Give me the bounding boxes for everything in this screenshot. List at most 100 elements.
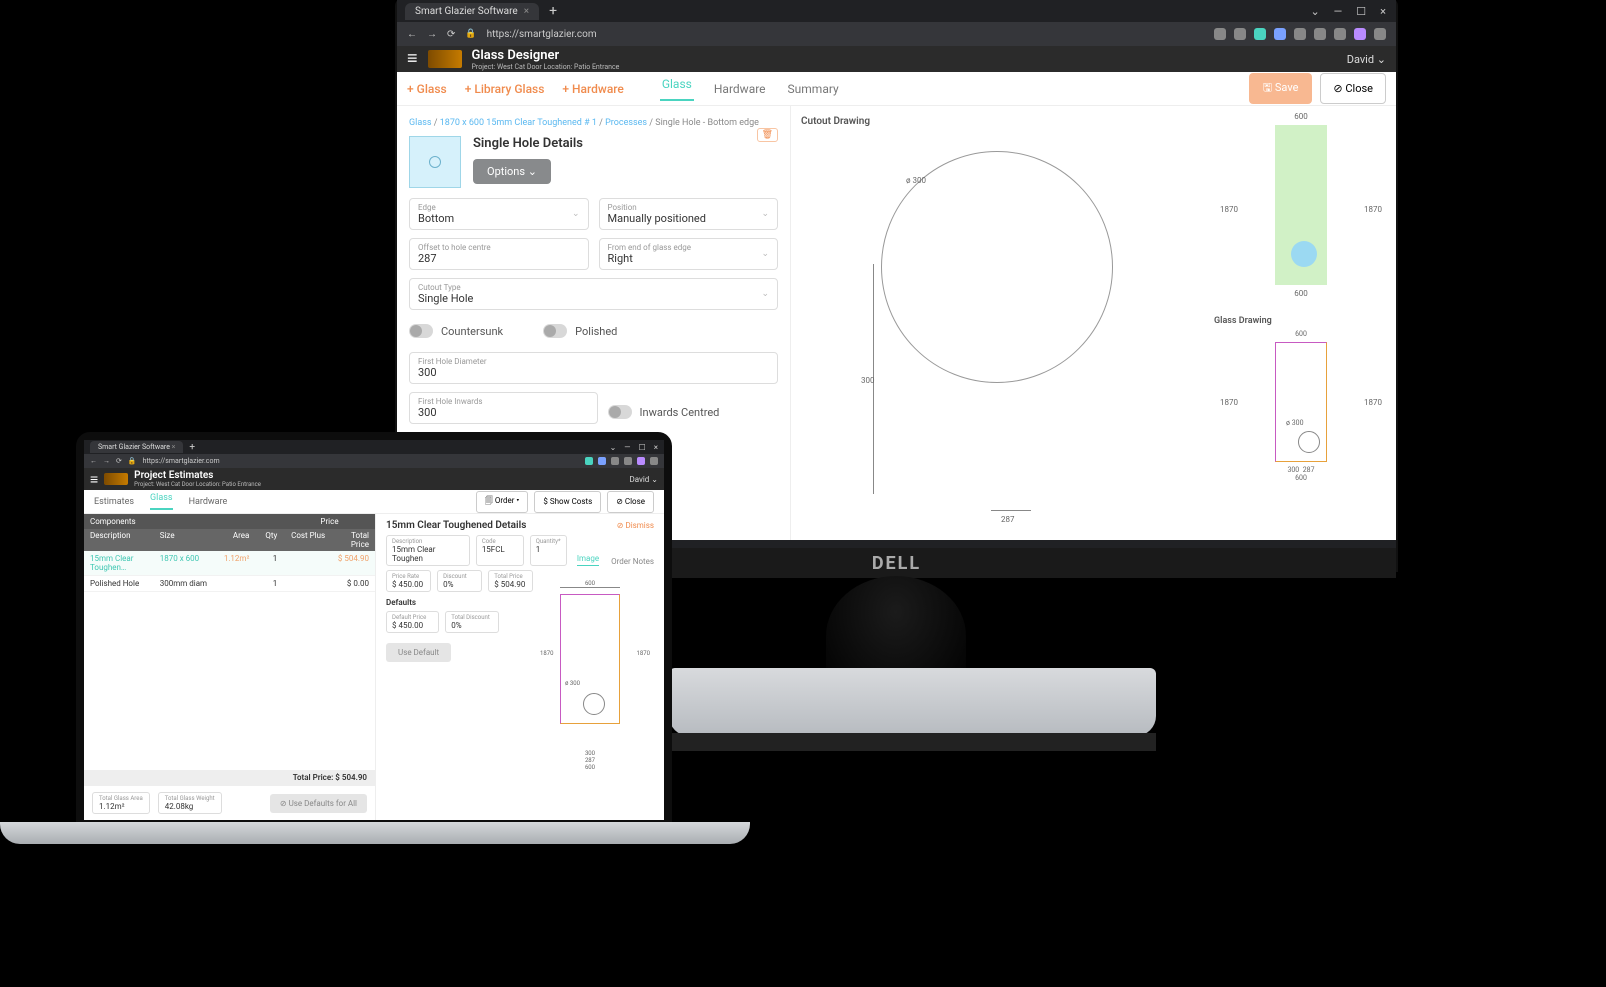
dim-label: 1870 <box>637 650 651 657</box>
add-hardware-button[interactable]: + Hardware <box>562 82 623 96</box>
delete-icon[interactable]: 🗑 <box>757 128 778 142</box>
discount-input[interactable]: Discount 0% <box>437 570 482 592</box>
ext-icon[interactable] <box>624 457 632 465</box>
close-button[interactable]: ⊘ Close <box>607 491 654 513</box>
col-description[interactable]: Description <box>84 529 154 551</box>
options-button[interactable]: Options ⌄ <box>473 159 551 184</box>
toggle-switch[interactable] <box>608 405 632 419</box>
offset-input[interactable]: Offset to hole centre 287 <box>409 238 589 270</box>
description-input[interactable]: Description 15mm Clear Toughen <box>386 535 470 566</box>
ext-icon[interactable] <box>611 457 619 465</box>
close-window-icon[interactable]: × <box>654 443 658 452</box>
from-end-select[interactable]: From end of glass edge Right ⌄ <box>599 238 779 270</box>
dismiss-button[interactable]: Dismiss <box>617 521 654 530</box>
avatar-icon[interactable] <box>1354 28 1366 40</box>
chevron-down-icon[interactable]: ⌄ <box>610 443 617 452</box>
tab-summary[interactable]: Summary <box>786 82 841 96</box>
crumb-glass-item[interactable]: 1870 x 600 15mm Clear Toughened # 1 <box>440 118 597 128</box>
new-tab-button[interactable]: + <box>549 3 557 19</box>
save-button[interactable]: 🖫 Save <box>1249 73 1313 104</box>
ext-icon[interactable] <box>1274 28 1286 40</box>
tab-order-notes[interactable]: Order Notes <box>611 557 654 566</box>
hole-diameter-input[interactable]: First Hole Diameter 300 <box>409 352 778 384</box>
ext-icon[interactable] <box>585 457 593 465</box>
reload-icon[interactable]: ⟳ <box>447 29 455 40</box>
table-row[interactable]: 15mm Clear Toughen… 1870 x 600 1.12m² 1 … <box>84 551 375 576</box>
maximize-icon[interactable]: ☐ <box>639 443 646 452</box>
tab-glass[interactable]: Glass <box>150 493 173 510</box>
col-totalprice[interactable]: Total Price <box>331 529 375 551</box>
col-qty[interactable]: Qty <box>255 529 283 551</box>
address-field[interactable]: https://smartglazier.com <box>487 29 1204 40</box>
summary-bar: Total Glass Area 1.12m² Total Glass Weig… <box>84 785 375 820</box>
cutout-type-select[interactable]: Cutout Type Single Hole ⌄ <box>409 278 778 310</box>
tab-hardware[interactable]: Hardware <box>712 82 768 96</box>
kebab-icon[interactable] <box>650 457 658 465</box>
col-costplus[interactable]: Cost Plus <box>283 529 331 551</box>
maximize-icon[interactable]: ☐ <box>1356 5 1366 18</box>
app-toolbar: + Glass + Library Glass + Hardware Glass… <box>397 72 1396 106</box>
show-costs-button[interactable]: $ Show Costs <box>534 491 601 513</box>
star-icon[interactable] <box>1234 28 1246 40</box>
browser-tab[interactable]: Smart Glazier Software × <box>90 441 183 453</box>
price-rate-input[interactable]: Price Rate $ 450.00 <box>386 570 431 592</box>
puzzle-icon[interactable] <box>1294 28 1306 40</box>
edge-select[interactable]: Edge Bottom ⌄ <box>409 198 589 230</box>
chevron-down-icon[interactable]: ⌄ <box>1310 5 1319 18</box>
add-glass-button[interactable]: + Glass <box>407 82 447 96</box>
tab-image[interactable]: Image <box>577 554 599 566</box>
back-icon[interactable]: ← <box>90 457 97 465</box>
glass-outline: ø 300 <box>1275 342 1327 462</box>
back-icon[interactable]: ← <box>407 29 417 40</box>
menu-icon[interactable]: ≡ <box>90 471 98 488</box>
avatar-icon[interactable] <box>637 457 645 465</box>
tab-estimates[interactable]: Estimates <box>94 497 134 507</box>
forward-icon[interactable]: → <box>427 29 437 40</box>
toggle-switch[interactable] <box>409 324 433 338</box>
close-window-icon[interactable]: × <box>1380 5 1386 18</box>
col-area[interactable]: Area <box>214 529 256 551</box>
minimize-icon[interactable]: — <box>1334 5 1343 18</box>
forward-icon[interactable]: → <box>103 457 110 465</box>
reload-icon[interactable]: ⟳ <box>116 457 122 465</box>
code-input[interactable]: Code 15FCL <box>476 535 524 566</box>
order-button[interactable]: 🗐 Order ▾ <box>476 491 529 513</box>
user-menu[interactable]: David ⌄ <box>629 475 658 484</box>
table-row[interactable]: Polished Hole 300mm diam 1 $ 0.00 <box>84 576 375 592</box>
share-icon[interactable] <box>1214 28 1226 40</box>
dim-label: 1870 <box>1364 205 1382 214</box>
quantity-stepper[interactable]: Quantity* 1 <box>530 535 567 566</box>
item-drawing: 600 1870 ø 300 1870 300 287 600 <box>510 580 650 790</box>
hole-inwards-input[interactable]: First Hole Inwards 300 <box>409 392 598 424</box>
menu-icon[interactable]: ≡ <box>407 50 418 68</box>
kebab-icon[interactable] <box>1374 28 1386 40</box>
tab-hardware[interactable]: Hardware <box>189 497 228 507</box>
countersunk-toggle[interactable]: Countersunk <box>409 324 503 338</box>
use-defaults-all-button[interactable]: ⊘ Use Defaults for All <box>270 794 367 813</box>
ext-icon[interactable] <box>1314 28 1326 40</box>
crumb-glass[interactable]: Glass <box>409 118 432 128</box>
hole-circle <box>881 151 1113 383</box>
polished-toggle[interactable]: Polished <box>543 324 617 338</box>
total-weight-box: Total Glass Weight 42.08kg <box>158 792 222 814</box>
close-icon[interactable]: × <box>524 6 529 17</box>
use-default-button[interactable]: Use Default <box>386 643 451 662</box>
ext-icon[interactable] <box>598 457 606 465</box>
minimize-icon[interactable]: — <box>624 443 630 452</box>
browser-tab[interactable]: Smart Glazier Software × <box>405 3 539 20</box>
cutout-heading: Cutout Drawing <box>801 116 1196 127</box>
close-button[interactable]: ⊘ Close <box>1320 73 1386 104</box>
tab-glass[interactable]: Glass <box>660 77 694 101</box>
position-select[interactable]: Position Manually positioned ⌄ <box>599 198 779 230</box>
new-tab-button[interactable]: + <box>189 442 195 453</box>
add-library-glass-button[interactable]: + Library Glass <box>465 82 545 96</box>
inwards-centred-toggle[interactable]: Inwards Centred <box>608 392 779 424</box>
ext-icon[interactable] <box>1254 28 1266 40</box>
ext-icon[interactable] <box>1334 28 1346 40</box>
toggle-switch[interactable] <box>543 324 567 338</box>
close-icon[interactable]: × <box>172 443 176 451</box>
crumb-processes[interactable]: Processes <box>605 118 647 128</box>
col-size[interactable]: Size <box>154 529 214 551</box>
address-field[interactable]: https://smartglazier.com <box>143 457 220 465</box>
user-menu[interactable]: David ⌄ <box>1347 53 1386 66</box>
